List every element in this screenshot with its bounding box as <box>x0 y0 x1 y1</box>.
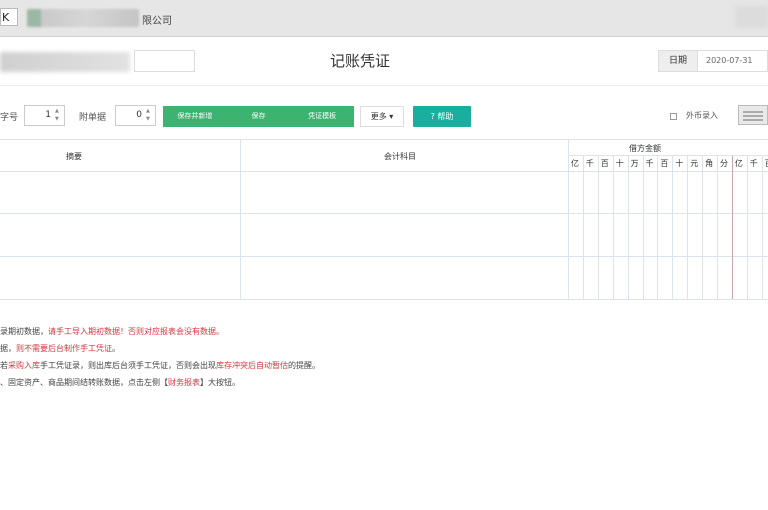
tip-highlight: 库存冲突后自动暂估 <box>216 361 288 370</box>
tip-line: 若采购入库手工凭证录，则出库后台须手工凭证，否则会出现库存冲突后自动暂估的提醒。 <box>0 360 320 371</box>
voucher-no-value: 1 <box>45 110 51 120</box>
tip-text: 、固定资产、商品期间结转账数据，点击左侧【 <box>0 378 168 387</box>
company-name-suffix: 限公司 <box>142 16 172 27</box>
table-row[interactable] <box>0 214 768 256</box>
more-dropdown-button[interactable]: 更多 ▾ <box>360 106 404 127</box>
tip-text: 录期初数据， <box>0 327 48 336</box>
voucher-word-select-blurred[interactable] <box>0 52 130 72</box>
tip-text: 据， <box>0 344 16 353</box>
debit-digit-header: 亿 <box>571 159 579 168</box>
help-button[interactable]: ? 帮助 <box>413 106 471 127</box>
voucher-extra-input[interactable] <box>134 50 195 72</box>
tip-highlight: 财务报表 <box>168 378 200 387</box>
account-column-header: 会计科目 <box>384 152 416 161</box>
keyboard-icon[interactable] <box>738 105 768 125</box>
tip-highlight: ！否则对应报表会没有数据。 <box>120 327 224 336</box>
tip-line: 据，则不需要后台制作手工凭证。 <box>0 343 120 354</box>
top-bar: K 限公司 <box>0 0 768 37</box>
stepper-down-icon[interactable]: ▼ <box>146 117 152 122</box>
debit-digit-header: 亿 <box>734 159 743 168</box>
tip-highlight: 采购入库 <box>8 361 40 370</box>
debit-digit-header: 千 <box>645 159 654 168</box>
tip-line: 录期初数据，请手工导入期初数据！否则对应报表会没有数据。 <box>0 326 224 337</box>
voucher-template-button[interactable]: 凭证模板 <box>290 106 354 127</box>
attachments-stepper[interactable]: 0 ▲ ▼ <box>115 105 156 126</box>
voucher-no-stepper[interactable]: 1 ▲ ▼ <box>24 105 65 126</box>
debit-digit-header: 百 <box>660 159 669 168</box>
date-label: 日期 <box>658 50 698 72</box>
tip-text: 的提醒。 <box>288 361 320 370</box>
divider <box>0 85 768 86</box>
debit-digit-header: 百 <box>762 158 768 169</box>
debit-digit-header: 万 <box>630 159 639 168</box>
debit-digit-header: 千 <box>749 159 758 168</box>
foreign-currency-checkbox[interactable] <box>670 113 677 120</box>
summary-column-header: 摘要 <box>66 152 82 161</box>
voucher-no-label: 字号 <box>0 113 19 123</box>
debit-column-header: 借方金额 <box>629 144 661 153</box>
date-input[interactable]: 2020-07-31 <box>698 50 768 72</box>
tip-text: 若 <box>0 361 8 370</box>
stepper-down-icon[interactable]: ▼ <box>55 117 61 122</box>
top-right-blurred <box>735 6 768 28</box>
stepper-up-icon[interactable]: ▲ <box>55 109 61 114</box>
tip-highlight: 请手工导入期初数据 <box>48 327 120 336</box>
save-and-new-button[interactable]: 保存并新增 <box>163 106 227 127</box>
tip-text: 手工凭证录，则出库后台须手工凭证，否则会出现 <box>40 361 216 370</box>
attachments-label: 附单据 <box>79 113 107 123</box>
page-title: 记账凭证 <box>329 52 390 70</box>
debit-digit-header: 角 <box>705 159 714 168</box>
table-row[interactable] <box>0 257 768 299</box>
debit-digit-header: 十 <box>615 159 624 168</box>
stepper-up-icon[interactable]: ▲ <box>146 109 152 114</box>
save-button[interactable]: 保存 <box>227 106 291 127</box>
tip-text: 】大按钮。 <box>200 378 240 387</box>
debit-digit-header: 分 <box>720 159 728 168</box>
foreign-currency-label: 外币录入 <box>686 111 718 120</box>
debit-digit-header: 百 <box>600 159 609 168</box>
table-row[interactable] <box>0 172 768 213</box>
tip-text: 。 <box>112 344 120 353</box>
company-name-blurred <box>27 9 139 27</box>
attachments-value: 0 <box>136 110 142 120</box>
tip-line: 、固定资产、商品期间结转账数据，点击左侧【财务报表】大按钮。 <box>0 377 240 388</box>
debit-digit-header: 十 <box>675 159 684 168</box>
app-logo[interactable]: K <box>0 8 18 26</box>
debit-digit-header: 元 <box>690 159 699 168</box>
tip-highlight: 则不需要后台制作手工凭证 <box>16 344 112 353</box>
save-button-group: 保存并新增 保存 凭证模板 <box>163 106 354 127</box>
debit-digit-header: 千 <box>585 159 594 168</box>
